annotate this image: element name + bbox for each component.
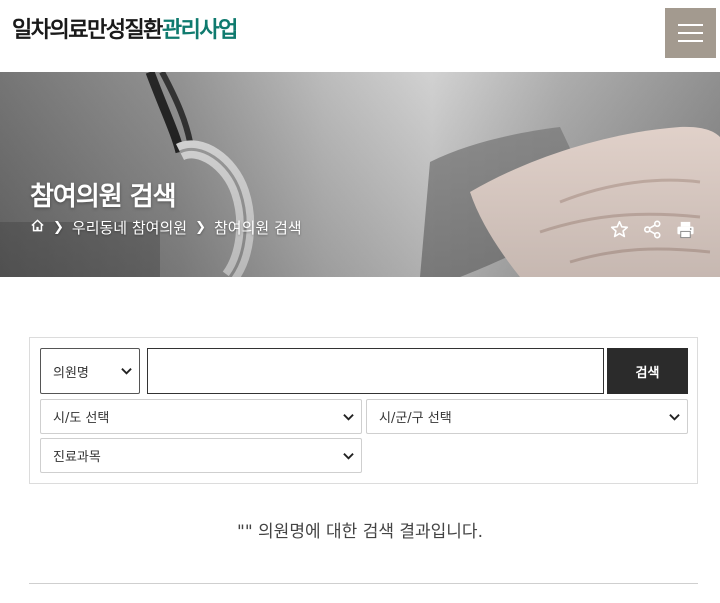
chevron-down-icon [669,413,680,421]
page-tools [609,219,696,240]
hero-overlay [0,72,720,277]
sigungu-select-value: 시/군/구 선택 [379,411,452,426]
menu-bar [678,32,703,34]
search-type-value: 의원명 [53,365,89,381]
sido-select-value: 시/도 선택 [53,411,110,426]
sido-select[interactable]: 시/도 선택 [40,399,362,434]
breadcrumb: ❯ 우리동네 참여의원 ❯ 참여의원 검색 [30,217,302,238]
logo-text-main: 일차의료만성질환 [12,18,163,43]
clinic-search-form: 의원명 검색 시/도 선택 시/군/구 선택 진료과목 [29,337,698,484]
menu-bar [678,40,703,42]
search-button[interactable]: 검색 [607,348,688,394]
search-result-message: "" 의원명에 대한 검색 결과입니다. [237,522,483,542]
breadcrumb-item-local-clinics[interactable]: 우리동네 참여의원 [72,217,187,238]
breadcrumb-item-clinic-search[interactable]: 참여의원 검색 [214,217,302,238]
chevron-right-icon: ❯ [195,220,206,235]
search-type-select[interactable]: 의원명 [40,348,140,394]
hamburger-menu-icon[interactable] [665,8,716,58]
share-icon[interactable] [642,219,663,240]
logo-text-accent: 관리사업 [161,18,238,43]
chevron-down-icon [121,368,132,375]
hero-banner: 참여의원 검색 ❯ 우리동네 참여의원 ❯ 참여의원 검색 [0,72,720,277]
department-select-value: 진료과목 [53,450,101,465]
site-logo[interactable]: 일차의료만성질환관리사업 [12,12,238,44]
home-icon[interactable] [30,218,45,237]
chevron-right-icon: ❯ [53,220,64,235]
menu-bar [678,24,703,26]
site-header: 일차의료만성질환관리사업 [0,0,720,72]
print-icon[interactable] [675,219,696,240]
keyword-input[interactable] [147,348,604,394]
star-icon[interactable] [609,219,630,240]
chevron-down-icon [343,452,354,460]
sigungu-select[interactable]: 시/군/구 선택 [366,399,688,434]
page-title: 참여의원 검색 [30,182,177,212]
chevron-down-icon [343,413,354,421]
divider [29,583,698,584]
department-select[interactable]: 진료과목 [40,438,362,473]
